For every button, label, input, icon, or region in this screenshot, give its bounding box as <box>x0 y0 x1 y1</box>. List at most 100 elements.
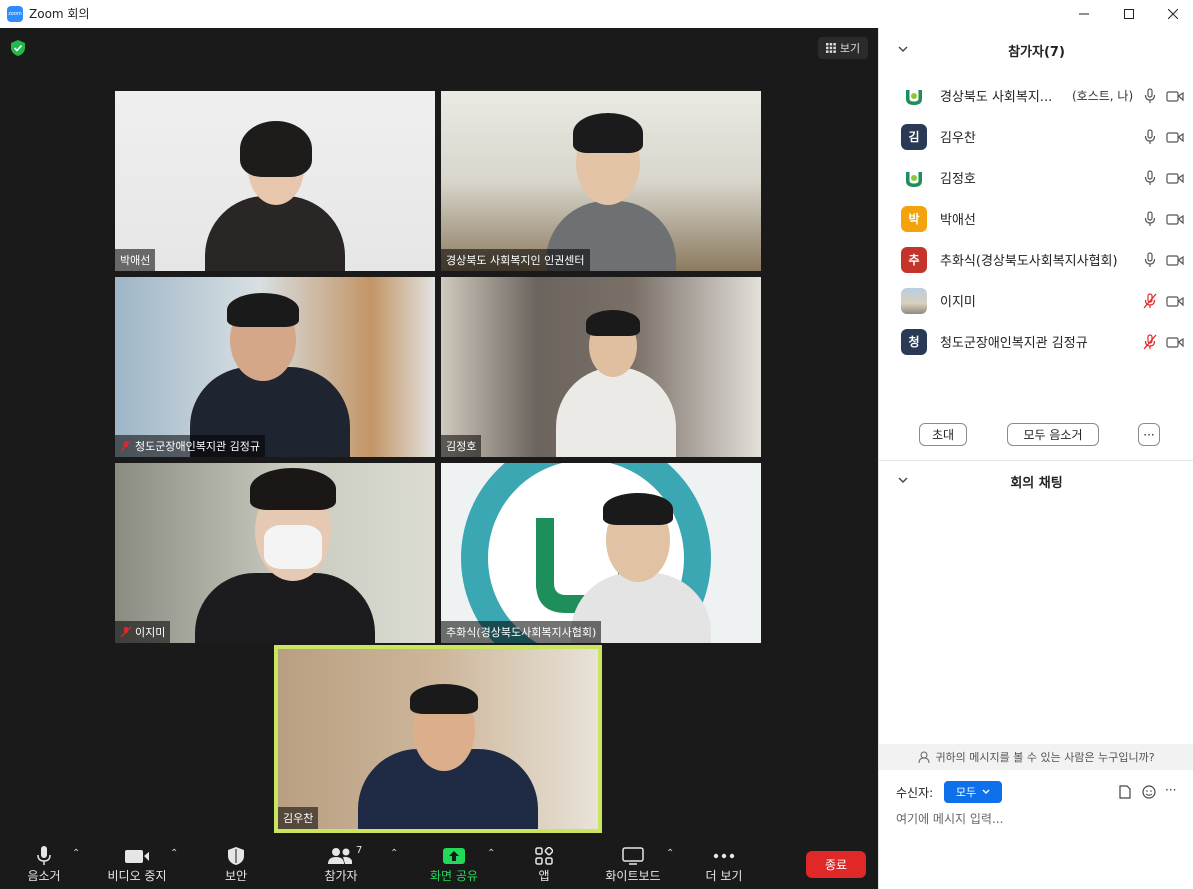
share-screen-icon <box>443 848 465 864</box>
chat-title: 회의 채팅 <box>1010 475 1063 491</box>
video-camera-icon[interactable] <box>1166 293 1184 309</box>
recipient-label: 수신자: <box>896 786 934 800</box>
video-camera-icon[interactable] <box>1166 211 1184 227</box>
active-speaker-tile[interactable]: 김우찬 <box>274 645 602 833</box>
grid-icon <box>825 43 836 53</box>
share-options-caret[interactable]: ⌃ <box>487 848 495 859</box>
mic-muted-icon[interactable] <box>1142 333 1158 350</box>
chat-header: 회의 채팅 <box>879 459 1193 503</box>
video-camera-icon[interactable] <box>1166 170 1184 186</box>
avatar <box>901 287 927 314</box>
video-camera-icon[interactable] <box>1166 129 1184 145</box>
apps-button[interactable]: 앱 <box>524 840 564 889</box>
participants-more-button[interactable]: ··· <box>1138 423 1160 446</box>
apps-icon <box>535 847 553 865</box>
participant-row[interactable]: 김 김우찬 <box>879 116 1193 157</box>
audio-options-caret[interactable]: ⌃ <box>72 848 80 859</box>
video-tile[interactable]: 김정호 <box>441 277 761 457</box>
mute-button[interactable]: 음소거 <box>14 840 74 889</box>
maximize-button[interactable] <box>1106 0 1152 27</box>
microphone-icon[interactable] <box>1142 128 1158 145</box>
tile-name-tag: 이지미 <box>115 621 171 643</box>
participants-title: 참가자(7) <box>1008 44 1065 60</box>
chevron-down-icon[interactable] <box>897 474 909 486</box>
participants-options-caret[interactable]: ⌃ <box>390 848 398 859</box>
share-screen-button[interactable]: 화면 공유 <box>422 840 486 889</box>
participant-name: 이지미 <box>940 295 976 310</box>
participant-row[interactable]: 청 청도군장애인복지관 김정규 <box>879 321 1193 362</box>
video-tile[interactable]: 경상북도 사회복지인 인권센터 <box>441 91 761 271</box>
person-icon <box>918 751 930 763</box>
participant-row[interactable]: 박 박애선 <box>879 198 1193 239</box>
avatar: 추 <box>901 246 927 273</box>
tile-name-tag: 경상북도 사회복지인 인권센터 <box>441 249 590 271</box>
close-icon <box>1168 8 1178 19</box>
participant-video <box>551 277 681 457</box>
minimize-button[interactable] <box>1061 0 1107 27</box>
tile-name-tag: 김우찬 <box>278 807 319 829</box>
mute-all-button[interactable]: 모두 음소거 <box>1007 423 1099 446</box>
participant-video <box>185 277 355 457</box>
video-tile[interactable]: 청도군장애인복지관 김정규 <box>115 277 435 457</box>
video-camera-icon[interactable] <box>1166 334 1184 350</box>
window-title: Zoom 회의 <box>29 7 90 21</box>
participant-video <box>566 463 716 643</box>
chat-more-icon[interactable]: ··· <box>1165 783 1176 797</box>
participant-row[interactable]: 경상북도 사회복지... (호스트, 나) <box>879 75 1193 116</box>
invite-button[interactable]: 초대 <box>919 423 967 446</box>
video-options-caret[interactable]: ⌃ <box>170 848 178 859</box>
video-tile[interactable]: 이지미 <box>115 463 435 643</box>
end-meeting-button[interactable]: 종료 <box>806 851 866 878</box>
close-button[interactable] <box>1150 0 1193 27</box>
whiteboard-button[interactable]: 화이트보드 <box>598 840 668 889</box>
participant-row[interactable]: 추 추화식(경상북도사회복지사협회) <box>879 239 1193 280</box>
chat-visibility-notice[interactable]: 귀하의 메시지를 볼 수 있는 사람은 누구입니까? <box>879 744 1193 770</box>
mic-muted-icon <box>120 440 132 452</box>
title-bar: zoom Zoom 회의 <box>0 0 1193 27</box>
whiteboard-options-caret[interactable]: ⌃ <box>666 848 674 859</box>
view-label: 보기 <box>839 42 861 55</box>
microphone-icon[interactable] <box>1142 210 1158 227</box>
chat-message-input[interactable]: 여기에 메시지 입력... <box>896 810 1003 827</box>
stop-video-button[interactable]: 비디오 중지 <box>100 840 174 889</box>
file-icon[interactable] <box>1119 785 1131 799</box>
participant-name: 김우찬 <box>940 131 976 146</box>
mic-muted-icon <box>120 626 132 638</box>
participant-name: 청도군장애인복지관 김정규 <box>940 336 1088 351</box>
mic-muted-icon[interactable] <box>1142 292 1158 309</box>
tile-name-tag: 추화식(경상북도사회복지사협회) <box>441 621 602 643</box>
side-panel: 참가자(7) 경상북도 사회복지... (호스트, 나) 김 김우찬 김정호 박 박애선 추 추… <box>878 28 1193 889</box>
avatar: 김 <box>901 123 927 150</box>
participants-button[interactable]: 7 참가자 <box>310 840 372 889</box>
tile-name-tag: 김정호 <box>441 435 482 457</box>
microphone-icon <box>37 846 51 865</box>
video-tile[interactable]: 박애선 <box>115 91 435 271</box>
participant-name: 박애선 <box>940 213 976 228</box>
maximize-icon <box>1124 8 1134 19</box>
encryption-shield-icon[interactable] <box>9 39 27 57</box>
avatar <box>901 82 927 109</box>
more-icon <box>713 853 735 859</box>
security-button[interactable]: 보안 <box>210 840 262 889</box>
shield-icon <box>228 847 244 865</box>
microphone-icon[interactable] <box>1142 87 1158 104</box>
view-button[interactable]: 보기 <box>818 37 868 59</box>
video-tile[interactable]: 추화식(경상북도사회복지사협회) <box>441 463 761 643</box>
more-button[interactable]: 더 보기 <box>700 840 748 889</box>
video-camera-icon[interactable] <box>1166 252 1184 268</box>
participants-icon <box>328 848 352 864</box>
participant-row[interactable]: 김정호 <box>879 157 1193 198</box>
avatar <box>901 164 927 191</box>
recipient-dropdown[interactable]: 모두 <box>944 781 1002 803</box>
microphone-icon[interactable] <box>1142 251 1158 268</box>
participant-video <box>358 649 538 829</box>
microphone-icon[interactable] <box>1142 169 1158 186</box>
zoom-logo-icon: zoom <box>7 5 23 22</box>
video-camera-icon[interactable] <box>1166 88 1184 104</box>
emoji-icon[interactable] <box>1142 785 1156 799</box>
participants-header: 참가자(7) <box>879 28 1193 72</box>
participant-row[interactable]: 이지미 <box>879 280 1193 321</box>
participant-name: 경상북도 사회복지... <box>940 90 1053 105</box>
minimize-icon <box>1079 13 1089 14</box>
chevron-down-icon[interactable] <box>897 43 909 55</box>
